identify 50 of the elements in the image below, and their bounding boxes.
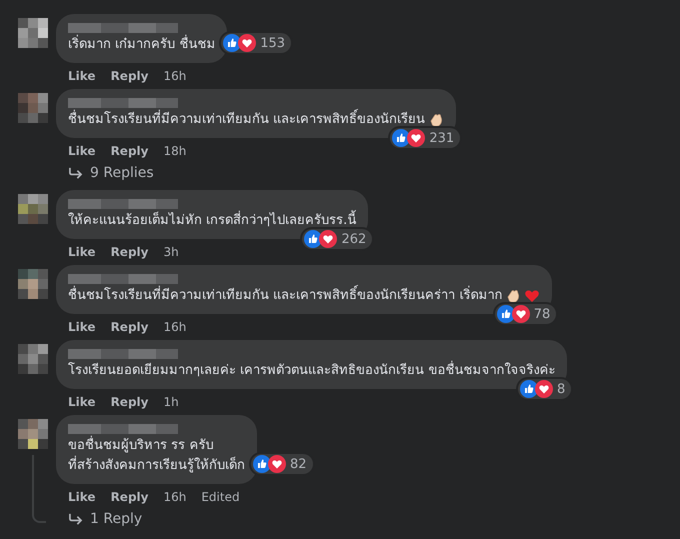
avatar[interactable] (18, 194, 48, 224)
comment-text: ชื่นชมโรงเรียนที่มีความเท่าเทียมกัน และเคารพสิทธิ์ของนักเรียนคร่าา เริ่ดมาก (68, 286, 502, 306)
comment-action-link[interactable]: Reply (110, 144, 148, 158)
reaction-count[interactable]: 262 (302, 229, 372, 249)
comment-text: ชื่นชมโรงเรียนที่มีความเท่าเทียมกัน และเคารพสิทธิ์ของนักเรียน (68, 110, 426, 130)
comment-action-link[interactable]: Like (68, 490, 96, 504)
heart-reaction-icon (407, 129, 426, 147)
avatar[interactable] (18, 419, 48, 449)
timestamp[interactable]: 18h (163, 144, 186, 158)
comment-action-link[interactable]: Like (68, 320, 96, 334)
comment-action-link[interactable]: Reply (110, 395, 148, 409)
heart-reaction-icon (512, 305, 530, 323)
comment-text: เริ่ดมาก เก๋มากครับ ชื่นชม (68, 35, 216, 55)
like-icon (496, 305, 515, 323)
avatar[interactable] (18, 93, 48, 123)
timestamp[interactable]: 3h (163, 245, 179, 259)
comment-action-link[interactable]: Like (68, 69, 96, 83)
like-icon (520, 380, 538, 398)
comment-text: ให้คะแนนร้อยเต็มไม่หัก เกรดสี่กว่าๆไปเลยครับรร.นี้ (68, 211, 356, 231)
heart-reaction-icon (238, 34, 256, 52)
reaction-count[interactable]: 153 (221, 33, 292, 53)
comment-text: โรงเรียนยอดเยียมมากๆเลยค่ะ เคารพตัวตนและสิทธิของนักเรียน ขอชื่นชมจากใจจริงค่ะ (68, 361, 556, 381)
timestamp[interactable]: 16h (163, 490, 186, 504)
reaction-count[interactable]: 82 (251, 454, 313, 474)
reaction-count[interactable]: 8 (518, 379, 572, 399)
comment-action-link[interactable]: Reply (110, 69, 148, 83)
comment-action-link[interactable]: Like (68, 395, 96, 409)
comment-text: ขอชื่นชมผู้บริหาร รร ครับ (68, 436, 245, 456)
reply-arrow-icon (68, 166, 83, 180)
comment-action-link[interactable]: Reply (110, 490, 148, 504)
heart-reaction-icon (534, 380, 553, 398)
view-replies-link[interactable]: 9 Replies (56, 164, 154, 190)
heart-reaction-icon (319, 230, 338, 248)
comment-action-link[interactable]: Like (68, 245, 96, 259)
comment-action-link[interactable]: Like (68, 144, 96, 158)
heart-reaction-icon (268, 455, 286, 473)
avatar[interactable] (18, 269, 48, 299)
avatar[interactable] (18, 344, 48, 374)
avatar[interactable] (18, 18, 48, 48)
timestamp[interactable]: 1h (163, 395, 179, 409)
reaction-count[interactable]: 78 (494, 304, 556, 324)
comment-text: ที่สร้างสังคมการเรียนรู้ให้กับเด็ก (68, 456, 245, 476)
view-replies-link[interactable]: 1 Reply (56, 510, 142, 536)
reply-arrow-icon (68, 512, 83, 526)
comment-action-link[interactable]: Reply (110, 320, 148, 334)
timestamp[interactable]: 16h (163, 320, 186, 334)
timestamp[interactable]: 16h (163, 69, 186, 83)
reaction-count[interactable]: 231 (390, 128, 460, 148)
edited-label: Edited (201, 490, 240, 504)
comment-action-link[interactable]: Reply (110, 245, 148, 259)
